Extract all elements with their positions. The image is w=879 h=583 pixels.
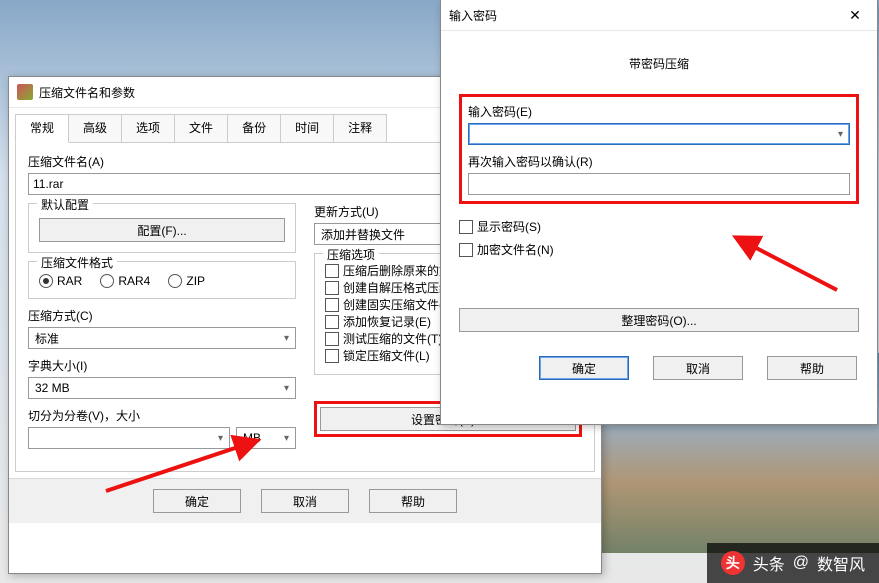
tab-files[interactable]: 文件 <box>174 114 228 142</box>
format-radio-zip-label: ZIP <box>186 274 205 288</box>
watermark-source: 头条 <box>753 551 785 575</box>
enter-password-input[interactable]: ▾ <box>468 123 850 145</box>
confirm-password-input[interactable] <box>468 173 850 195</box>
chevron-down-icon: ▾ <box>282 383 291 394</box>
cancel-button[interactable]: 取消 <box>653 356 743 380</box>
enter-password-label: 输入密码(E) <box>468 103 850 120</box>
tab-comment[interactable]: 注释 <box>333 114 387 142</box>
dialog-footer: 确定 取消 帮助 <box>9 478 601 523</box>
format-radio-zip[interactable]: ZIP <box>168 274 205 288</box>
window-title: 输入密码 <box>449 7 841 24</box>
password-dialog: 输入密码 ✕ 带密码压缩 输入密码(E) ▾ 再次输入密码以确认(R) 显示密码… <box>440 0 878 425</box>
confirm-password-label: 再次输入密码以确认(R) <box>468 153 850 170</box>
compression-method-label: 压缩方式(C) <box>28 307 296 324</box>
dictionary-size-label: 字典大小(I) <box>28 357 296 374</box>
profiles-button[interactable]: 配置(F)... <box>39 218 285 242</box>
close-icon[interactable]: ✕ <box>841 7 869 24</box>
format-radio-rar[interactable]: RAR <box>39 274 82 288</box>
split-unit-select[interactable]: MB▾ <box>236 427 296 449</box>
tab-options[interactable]: 选项 <box>121 114 175 142</box>
dialog-footer: 确定 取消 帮助 <box>441 346 877 394</box>
watermark-at: @ <box>793 554 809 572</box>
tab-general[interactable]: 常规 <box>15 114 69 143</box>
format-radio-rar-label: RAR <box>57 274 82 288</box>
cancel-button[interactable]: 取消 <box>261 489 349 513</box>
default-profile-legend: 默认配置 <box>37 196 93 213</box>
help-button[interactable]: 帮助 <box>767 356 857 380</box>
watermark: 头 头条 @ 数智风 <box>707 543 879 583</box>
ok-button[interactable]: 确定 <box>153 489 241 513</box>
tab-advanced[interactable]: 高级 <box>68 114 122 142</box>
watermark-author: 数智风 <box>817 551 865 575</box>
help-button[interactable]: 帮助 <box>369 489 457 513</box>
ok-button[interactable]: 确定 <box>539 356 629 380</box>
archiving-options-legend: 压缩选项 <box>323 246 379 263</box>
organize-passwords-button[interactable]: 整理密码(O)... <box>459 308 859 332</box>
chevron-down-icon: ▾ <box>282 433 291 444</box>
format-legend: 压缩文件格式 <box>37 254 117 271</box>
titlebar[interactable]: 输入密码 ✕ <box>441 0 877 31</box>
format-radio-rar4[interactable]: RAR4 <box>100 274 150 288</box>
password-subtitle: 带密码压缩 <box>459 55 859 72</box>
split-volumes-label: 切分为分卷(V)，大小 <box>28 407 296 424</box>
show-password-checkbox[interactable]: 显示密码(S) <box>459 218 859 235</box>
chevron-down-icon: ▾ <box>216 433 225 444</box>
tab-backup[interactable]: 备份 <box>227 114 281 142</box>
winrar-icon <box>17 84 33 100</box>
tab-time[interactable]: 时间 <box>280 114 334 142</box>
dictionary-size-select[interactable]: 32 MB▾ <box>28 377 296 399</box>
format-group: 压缩文件格式 RAR RAR4 ZIP <box>28 261 296 299</box>
split-size-select[interactable]: ▾ <box>28 427 230 449</box>
format-radio-rar4-label: RAR4 <box>118 274 150 288</box>
default-profile-group: 默认配置 配置(F)... <box>28 203 296 253</box>
chevron-down-icon: ▾ <box>836 129 845 140</box>
compression-method-select[interactable]: 标准▾ <box>28 327 296 349</box>
toutiao-logo-icon: 头 <box>721 551 745 575</box>
chevron-down-icon: ▾ <box>282 333 291 344</box>
encrypt-filenames-checkbox[interactable]: 加密文件名(N) <box>459 241 859 258</box>
highlight-password-fields: 输入密码(E) ▾ 再次输入密码以确认(R) <box>459 94 859 204</box>
